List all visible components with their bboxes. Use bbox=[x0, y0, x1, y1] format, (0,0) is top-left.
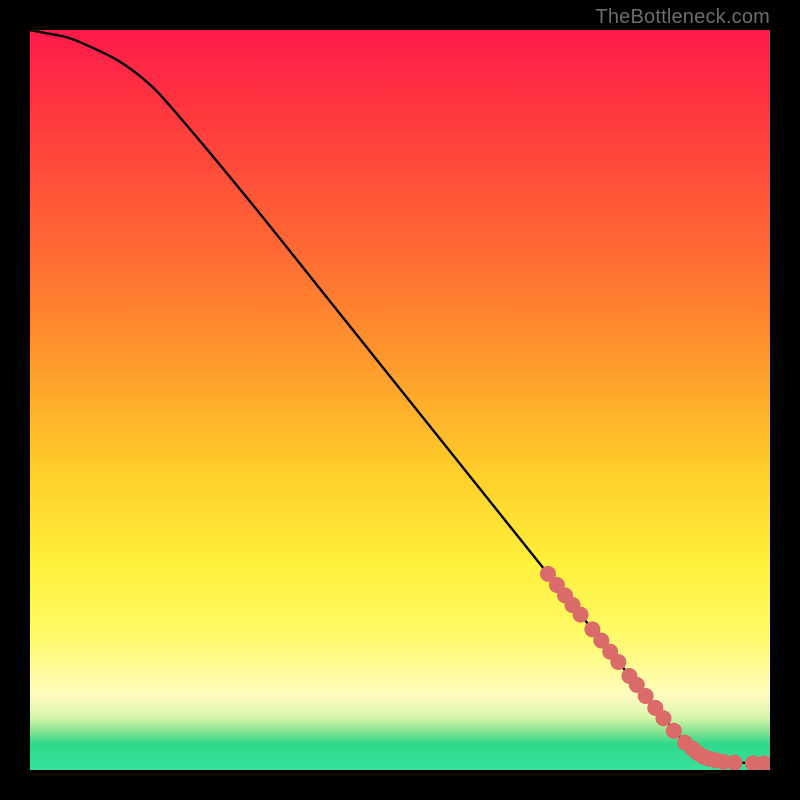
chart-stage: TheBottleneck.com bbox=[0, 0, 800, 800]
data-marker bbox=[666, 723, 682, 739]
data-marker bbox=[610, 654, 626, 670]
plot-area bbox=[30, 30, 770, 770]
chart-overlay bbox=[30, 30, 770, 770]
watermark-text: TheBottleneck.com bbox=[595, 6, 770, 29]
bottleneck-curve bbox=[30, 30, 770, 763]
data-markers bbox=[540, 566, 770, 770]
data-marker bbox=[726, 755, 742, 770]
data-marker bbox=[573, 607, 589, 623]
data-marker bbox=[655, 710, 671, 726]
